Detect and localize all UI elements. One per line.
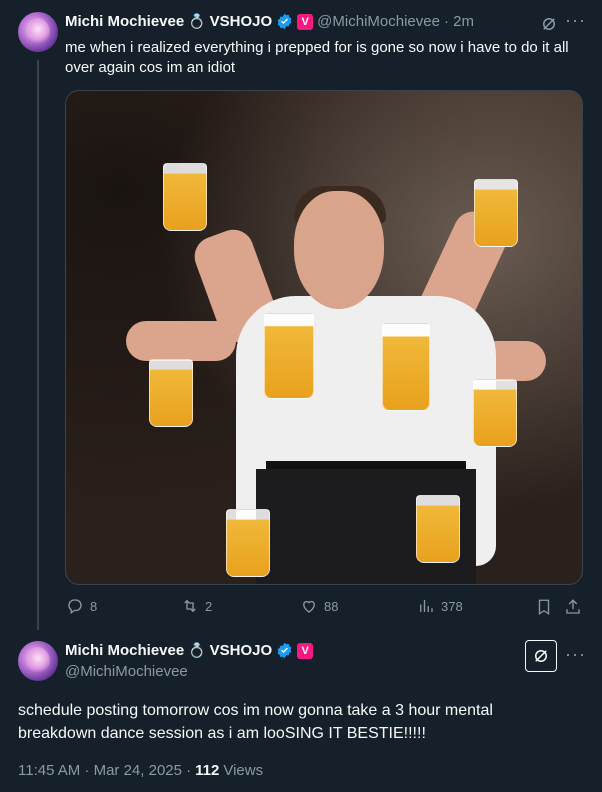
reply-icon	[68, 599, 82, 615]
tweet-image[interactable]	[65, 90, 583, 585]
grok-icon[interactable]	[540, 15, 558, 33]
verified-badge-icon	[277, 642, 292, 659]
tweet-text: me when i realized everything i prepped …	[65, 39, 569, 76]
heart-icon	[303, 600, 315, 613]
main-tweet-header: Michi Mochievee 💍 VSHOJO V	[65, 642, 314, 659]
main-tweet-text: schedule posting tomorrow cos im now gon…	[18, 702, 493, 742]
retweet-button[interactable]: 2	[181, 597, 212, 615]
author-avatar[interactable]	[18, 12, 58, 52]
affiliation-label[interactable]: VSHOJO	[210, 642, 273, 659]
bookmark-icon[interactable]	[535, 598, 553, 616]
beer-cup	[264, 313, 314, 399]
verified-badge-icon	[277, 13, 292, 30]
analytics-icon	[420, 600, 433, 612]
share-icon[interactable]	[564, 598, 582, 616]
tweet-meta: 11:45 AM · Mar 24, 2025 · 112 Views	[18, 762, 263, 779]
grok-button[interactable]	[525, 640, 557, 672]
ring-emoji: 💍	[188, 13, 206, 29]
author-handle[interactable]: @MichiMochievee	[65, 663, 188, 680]
affiliate-badge[interactable]: V	[297, 642, 314, 659]
ring-emoji: 💍	[188, 642, 206, 658]
author-name[interactable]: Michi Mochievee	[65, 642, 184, 659]
views-count: 112	[195, 762, 220, 779]
beer-cup	[473, 379, 517, 447]
author-handle[interactable]: @MichiMochievee	[317, 13, 440, 30]
reply-count: 8	[90, 598, 98, 614]
beer-cup	[163, 163, 207, 231]
view-count: 378	[441, 598, 463, 614]
beer-cup	[382, 323, 430, 411]
views-button[interactable]: 378	[417, 597, 463, 615]
tweet-time[interactable]: 11:45 AM · Mar 24, 2025 ·	[18, 762, 191, 779]
beer-cup	[149, 359, 193, 427]
tweet-header: Michi Mochievee 💍 VSHOJO V @MichiMochiev…	[65, 13, 474, 30]
beer-cup	[226, 509, 270, 577]
retweet-count: 2	[205, 598, 213, 614]
thread-connector-line	[37, 60, 39, 630]
more-options-icon[interactable]: ···	[565, 644, 586, 665]
author-name[interactable]: Michi Mochievee	[65, 13, 184, 30]
image-face	[294, 191, 384, 309]
reply-button[interactable]: 8	[66, 597, 97, 615]
affiliation-label[interactable]: VSHOJO	[210, 13, 273, 30]
retweet-icon	[184, 599, 196, 613]
author-avatar[interactable]	[18, 641, 58, 681]
like-button[interactable]: 88	[300, 597, 338, 615]
more-options-icon[interactable]: ···	[565, 10, 586, 31]
image-arm-mid-left	[126, 321, 236, 361]
affiliate-badge[interactable]: V	[297, 13, 314, 30]
views-label: Views	[223, 762, 264, 779]
tweet-timestamp[interactable]: · 2m	[444, 13, 474, 30]
beer-cup	[416, 495, 460, 563]
like-count: 88	[324, 598, 339, 614]
grok-icon	[535, 650, 547, 662]
beer-cup	[474, 179, 518, 247]
